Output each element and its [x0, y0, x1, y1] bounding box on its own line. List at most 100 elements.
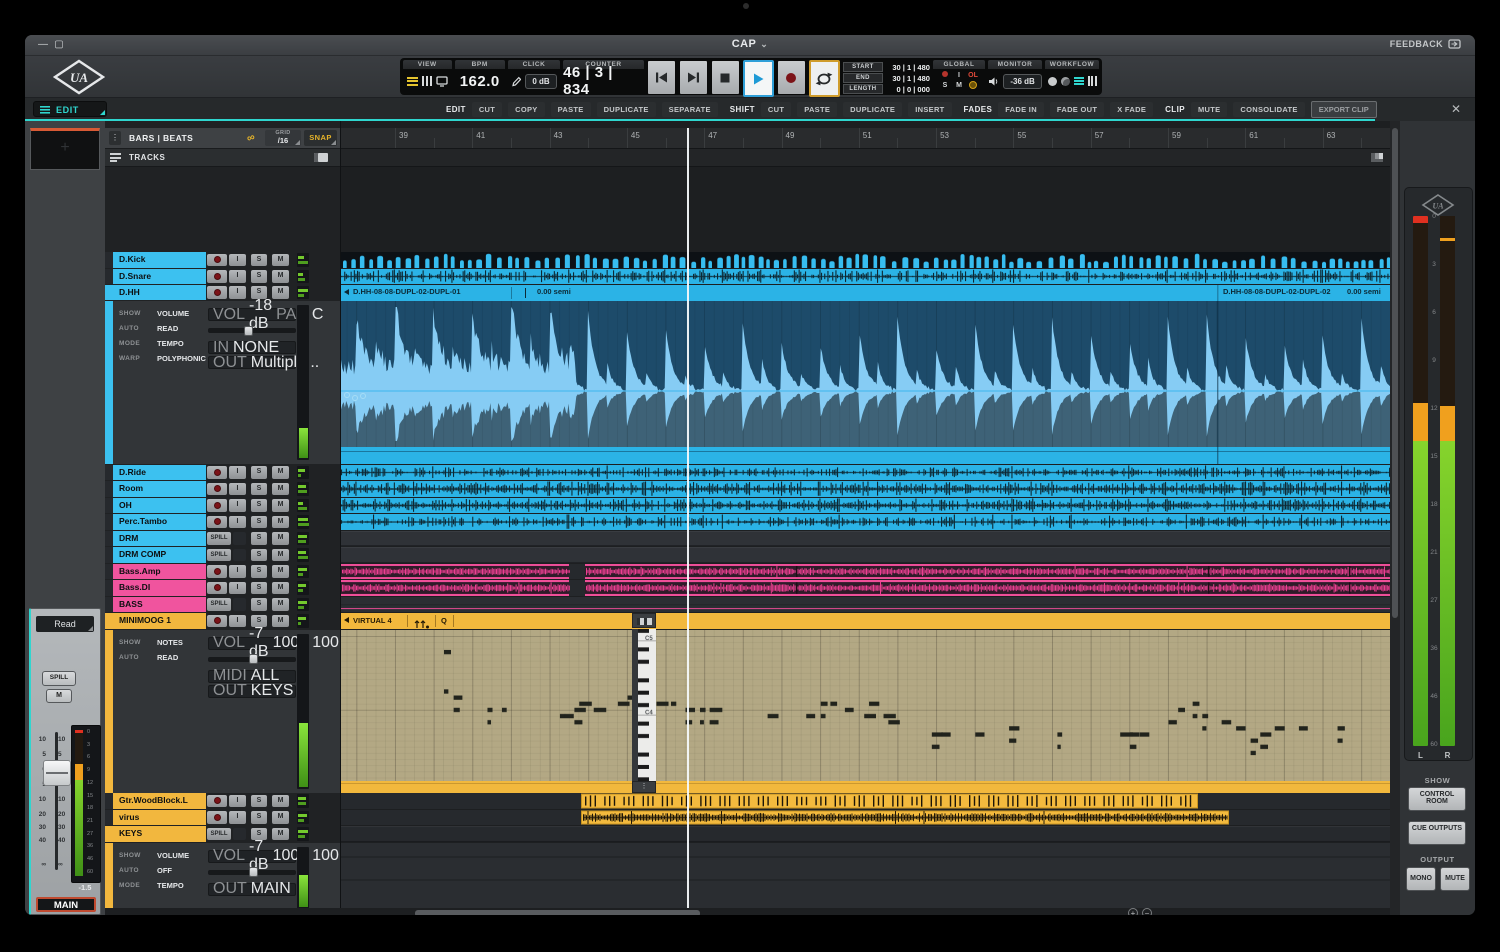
track-name[interactable]: virus [113, 810, 206, 826]
snap-toggle[interactable]: SNAP [304, 130, 337, 146]
track-solo-button[interactable]: S [251, 795, 267, 808]
toolbar-button-copy[interactable]: COPY [508, 102, 544, 117]
track-row-d-hh[interactable]: D.HHISM [105, 285, 340, 301]
track-record-button[interactable] [207, 466, 227, 479]
track-solo-button[interactable]: S [251, 483, 267, 496]
track-record-button[interactable] [207, 795, 227, 808]
clip-lane-bass-di[interactable] [341, 580, 1391, 596]
track-input-button[interactable]: I [229, 483, 246, 496]
track-input-button[interactable]: I [229, 254, 246, 267]
track-spill-button[interactable]: SPILL [207, 532, 231, 545]
track-row-oh[interactable]: OHISM [105, 498, 340, 514]
mono-button[interactable]: MONO [1406, 867, 1436, 891]
panel-box-value[interactable]: C [312, 306, 324, 324]
track-row-bass-amp[interactable]: Bass.AmpISM [105, 564, 340, 580]
track-solo-button[interactable]: S [251, 582, 267, 595]
clip-lane-drm-comp[interactable] [341, 547, 1391, 563]
toolbar-button-fade-out[interactable]: FADE OUT [1050, 102, 1104, 117]
track-spill-button[interactable]: SPILL [207, 549, 231, 562]
track-row-drm-comp[interactable]: DRM COMPSPILLSM [105, 547, 340, 563]
track-name[interactable]: Room [113, 481, 206, 497]
track-input-button[interactable]: I [229, 565, 246, 578]
midi-clip-name[interactable]: VIRTUAL 4 [353, 616, 392, 625]
track-solo-button[interactable]: S [251, 466, 267, 479]
clip-lane-d-kick[interactable] [341, 252, 1391, 268]
track-name[interactable]: Bass.Amp [113, 564, 206, 580]
vertical-scroll-thumb[interactable] [1392, 128, 1398, 618]
toolbar-button-duplicate[interactable]: DUPLICATE [597, 102, 656, 117]
track-spill-button[interactable]: SPILL [207, 598, 231, 611]
track-input-button[interactable]: I [229, 795, 246, 808]
pencil-icon[interactable] [511, 76, 521, 87]
panel-io-box[interactable]: MIDIALL [208, 670, 296, 683]
track-spill-button[interactable]: SPILL [207, 828, 231, 841]
global-dim-icon[interactable] [966, 81, 980, 93]
toolbar-button-paste[interactable]: PASTE [797, 102, 837, 117]
track-solo-button[interactable]: S [251, 516, 267, 529]
end-value[interactable]: 30 | 1 | 480 [886, 74, 930, 83]
start-value[interactable]: 30 | 1 | 480 [886, 63, 930, 72]
track-record-button[interactable] [207, 483, 227, 496]
panel-io-box[interactable]: OUTMultiple... [208, 356, 296, 369]
global-input-button[interactable]: I [952, 71, 966, 81]
track-row-d-kick[interactable]: D.KickISM [105, 252, 340, 268]
view-window-icon[interactable] [436, 76, 448, 87]
grid-setting[interactable]: GRID/16 [265, 130, 301, 146]
keyboard-options-button[interactable]: ⋮ [632, 781, 656, 793]
track-mute-button[interactable]: M [272, 270, 289, 283]
clip-pitch-value[interactable]: 0.00 semi [1347, 287, 1381, 296]
workflow-spot-icon[interactable] [1061, 77, 1070, 86]
track-name[interactable]: Gtr.WoodBlock.L [113, 793, 206, 809]
play-button[interactable] [743, 60, 774, 97]
panel-vol-pan-box[interactable]: VOL-7 dB100L100R [208, 850, 296, 863]
panel-volume-slider[interactable] [208, 328, 296, 333]
track-input-button[interactable]: I [229, 811, 246, 824]
global-record-icon[interactable] [938, 71, 952, 81]
workflow-list-icon[interactable] [1074, 77, 1084, 85]
cue-outputs-button[interactable]: CUE OUTPUTS [1408, 821, 1466, 845]
track-mute-button[interactable]: M [272, 811, 289, 824]
track-solo-button[interactable]: S [251, 598, 267, 611]
edit-menu-button[interactable]: EDIT [33, 101, 107, 117]
panel-param-value[interactable]: READ [157, 324, 178, 333]
project-title[interactable]: CAP⌄ [25, 38, 1475, 50]
clip-lane-d-ride[interactable] [341, 465, 1391, 481]
counter-value[interactable]: 46 | 3 | 834 [563, 64, 644, 98]
main-spill-button[interactable]: SPILL [42, 671, 76, 686]
record-button[interactable] [777, 60, 806, 95]
panel-io-box[interactable]: INNONE [208, 341, 296, 354]
panel-param-value[interactable]: TEMPO [157, 339, 184, 348]
automation-mode-dropdown[interactable]: Read [36, 616, 94, 632]
track-name[interactable]: KEYS [113, 826, 206, 842]
panel-param-value[interactable]: OFF [157, 866, 172, 875]
track-input-button[interactable]: I [229, 466, 246, 479]
vertical-scrollbar[interactable] [1390, 121, 1400, 915]
track-name[interactable]: Perc.Tambo [113, 514, 206, 530]
global-ol-button[interactable]: OL [966, 71, 980, 81]
track-row-room[interactable]: RoomISM [105, 481, 340, 497]
track-row-d-ride[interactable]: D.RideISM [105, 465, 340, 481]
track-solo-button[interactable]: S [251, 270, 267, 283]
track-mute-button[interactable]: M [272, 286, 289, 299]
track-record-button[interactable] [207, 615, 227, 628]
clip-header-d-hh-2[interactable]: D.HH-08-08-DUPL-02-DUPL-02 0.00 semi [1219, 285, 1391, 301]
track-row-keys[interactable]: KEYSSPILLSM [105, 826, 340, 842]
view-mixer-icon[interactable] [422, 76, 432, 86]
grid-view-icon[interactable] [1371, 153, 1383, 162]
main-fader-handle[interactable] [43, 760, 71, 786]
panes-icon[interactable] [314, 153, 328, 162]
output-mute-button[interactable]: MUTE [1440, 867, 1470, 891]
track-name[interactable]: OH [113, 498, 206, 514]
clip-name[interactable]: D.HH-08-08-DUPL-02-DUPL-02 [1223, 287, 1331, 296]
waveform-lane-d-hh[interactable] [341, 301, 1391, 447]
toolbar-button-duplicate[interactable]: DUPLICATE [843, 102, 902, 117]
view-list-icon[interactable] [407, 77, 418, 86]
track-input-button[interactable]: I [229, 286, 246, 299]
panel-param-value[interactable]: VOLUME [157, 851, 189, 860]
panel-io-value[interactable]: MAIN [251, 880, 291, 898]
toolbar-button-x-fade[interactable]: X FADE [1110, 102, 1153, 117]
toolbar-button-consolidate[interactable]: CONSOLIDATE [1233, 102, 1304, 117]
panel-param-value[interactable]: TEMPO [157, 881, 184, 890]
control-room-button[interactable]: CONTROL ROOM [1408, 787, 1466, 811]
track-mute-button[interactable]: M [272, 598, 289, 611]
